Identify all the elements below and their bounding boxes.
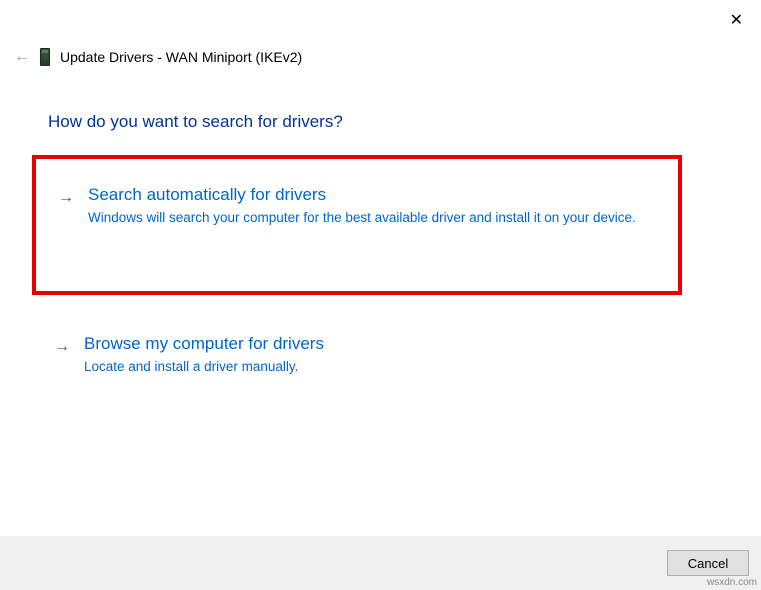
arrow-right-icon: →	[54, 338, 70, 356]
option-browse-content: Browse my computer for drivers Locate an…	[84, 334, 660, 377]
option-auto-desc: Windows will search your computer for th…	[88, 209, 648, 228]
dialog-header: ← Update Drivers - WAN Miniport (IKEv2)	[14, 48, 302, 66]
option-browse-computer[interactable]: → Browse my computer for drivers Locate …	[32, 308, 682, 395]
back-arrow-icon: ←	[14, 48, 30, 66]
option-browse-title: Browse my computer for drivers	[84, 334, 660, 354]
question-heading: How do you want to search for drivers?	[48, 112, 343, 132]
option-search-automatically[interactable]: → Search automatically for drivers Windo…	[32, 155, 682, 295]
option-browse-desc: Locate and install a driver manually.	[84, 358, 644, 377]
arrow-right-icon: →	[58, 189, 74, 207]
option-auto-content: Search automatically for drivers Windows…	[88, 185, 656, 228]
dialog-title: Update Drivers - WAN Miniport (IKEv2)	[60, 49, 302, 65]
option-auto-title: Search automatically for drivers	[88, 185, 656, 205]
cancel-button[interactable]: Cancel	[667, 550, 749, 576]
watermark: wsxdn.com	[707, 577, 757, 588]
close-icon[interactable]: ✕	[730, 10, 743, 30]
device-icon	[40, 48, 50, 66]
dialog-footer: Cancel	[0, 536, 761, 590]
